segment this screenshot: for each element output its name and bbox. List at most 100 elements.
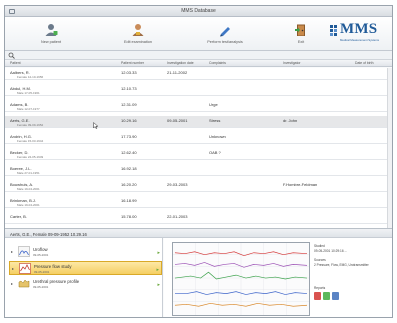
- new-patient-label: New patient: [40, 40, 62, 44]
- investigation-date: 21-11-2002: [167, 69, 188, 75]
- complaint: Stress: [209, 117, 221, 123]
- investigation-date: 29-03-2003: [167, 181, 188, 187]
- export-report-icon[interactable]: [332, 292, 339, 300]
- user-add-icon: [45, 24, 58, 36]
- logo-subtitle: Medical Measurement Systems: [340, 38, 380, 42]
- table-row[interactable]: Abdul, H.M. Male 17-05-1961 12.10.73: [5, 84, 392, 97]
- expand-arrow-icon[interactable]: ▸: [11, 281, 13, 286]
- uroflow-icon: [18, 246, 30, 257]
- mouse-cursor-icon: [93, 122, 99, 129]
- patient-number: 16.20.20: [121, 181, 137, 187]
- expand-arrow-icon[interactable]: ▸: [12, 266, 14, 271]
- table-row[interactable]: Boeree, J.L. Male 27-01-1951 16.92.18: [5, 164, 392, 177]
- info-value-datetime: 09-05-2001 10:29:16 ...: [314, 249, 348, 253]
- patient-details: Female 12-10-1956: [17, 74, 44, 79]
- open-arrow-icon[interactable]: ▸: [157, 250, 160, 256]
- table-row[interactable]: Bouwhuis, A. Male 19-04-2001 16.20.20 29…: [5, 180, 392, 193]
- vertical-scrollbar[interactable]: [387, 68, 392, 228]
- column-header-patient[interactable]: Patient: [10, 61, 21, 65]
- investigation-date: 22-01-2003: [167, 213, 188, 219]
- patient-number: 12.10.73: [121, 85, 137, 91]
- patient-details: Female 15-03-1944: [17, 138, 44, 143]
- investigation-title: Uroflow: [33, 246, 48, 252]
- patient-name: Carter, B.: [10, 213, 27, 219]
- title-bar: MMS Database: [5, 6, 392, 17]
- investigator: dr. John: [283, 117, 298, 123]
- exit-label: Exit: [297, 40, 305, 44]
- patient-details: Male 27-01-1951: [17, 170, 40, 175]
- investigation-title: Urethral pressure profile: [33, 278, 80, 284]
- patient-number: 10.29.16: [121, 117, 137, 123]
- investigation-item-pressure-flow[interactable]: ▸ Pressure flow study 09-05-2001 ▸: [9, 261, 162, 275]
- investigation-list: ▸ Uroflow 09-05-2001 ▸ ▸ Pressure flow s…: [5, 238, 163, 317]
- patient-number: 16.92.18: [121, 165, 137, 171]
- column-header-patient-number[interactable]: Patient number: [121, 61, 144, 65]
- pen-icon: [220, 27, 230, 37]
- investigation-date: 09-05-2001: [33, 284, 49, 289]
- column-header-investigator[interactable]: Investigator: [283, 61, 301, 65]
- investigator: F.Hombre-Feldman: [283, 181, 318, 187]
- selected-patient-text: Aerts, G.E., Female 09-09-1952 10.29.16: [10, 231, 87, 237]
- complaint: OAB ?: [209, 149, 221, 155]
- mms-logo: MMS Medical Measurement Systems: [330, 21, 386, 47]
- info-label-sources: Sources: [314, 258, 326, 262]
- patient-number: 17.73.90: [121, 133, 137, 139]
- pressure-flow-icon: [19, 263, 31, 274]
- new-patient-button[interactable]: New patient: [25, 21, 77, 47]
- search-icon[interactable]: [8, 52, 15, 59]
- pressure-flow-plot-thumbnail[interactable]: [172, 242, 310, 316]
- table-row-selected[interactable]: Aerts, G.E. Female 09-09-1952 10.29.16 0…: [5, 116, 392, 129]
- table-row[interactable]: Adams, B. Male 12-07-1977 12.31.09 Urge: [5, 100, 392, 113]
- info-value-sources: 2 Pressure, Flow, EMG, Urotransmitter: [314, 263, 369, 267]
- pdf-report-icon[interactable]: [314, 292, 321, 300]
- exit-door-icon: [295, 24, 305, 36]
- patient-details: Female 24-05-1949: [17, 154, 44, 159]
- patient-number: 15.78.00: [121, 213, 137, 219]
- open-arrow-icon[interactable]: ▸: [157, 282, 160, 288]
- info-label-studied: Studied: [314, 244, 325, 248]
- patient-details: Male 17-05-1961: [17, 90, 40, 95]
- patient-details: Male 12-07-1977: [17, 106, 40, 111]
- table-row[interactable]: Brinkman, B.J. Male 19-04-2001 16.18.99: [5, 196, 392, 209]
- pressure-profile-icon: [18, 279, 30, 288]
- reports-label: Reports: [314, 286, 326, 290]
- window-close-button[interactable]: [9, 9, 15, 14]
- table-row[interactable]: Becker, D. Female 24-05-1949 12.62.40 OA…: [5, 148, 392, 161]
- toolbar: New patient Edit examination Perform tes…: [5, 17, 392, 51]
- column-header-date-of-birth[interactable]: Date of birth: [355, 61, 373, 65]
- investigation-date: 09-05-2001: [34, 269, 50, 274]
- patient-details: Male 19-04-2001: [17, 202, 40, 207]
- investigation-info: Studied 09-05-2001 10:29:16 ... Sources …: [314, 244, 390, 316]
- column-header-investigation-date[interactable]: Investigation date: [167, 61, 194, 65]
- table-row[interactable]: Carter, B. 15.78.00 22-01-2003: [5, 212, 392, 225]
- expand-arrow-icon[interactable]: ▸: [11, 249, 13, 254]
- patient-number: 16.18.99: [121, 197, 137, 203]
- app-window: MMS Database New patient Edit examinatio…: [4, 5, 393, 318]
- patient-number: 12.31.09: [121, 101, 137, 107]
- patient-number: 12.03.33: [121, 69, 137, 75]
- report-buttons: [314, 292, 354, 302]
- edit-examination-button[interactable]: Edit examination: [112, 21, 164, 47]
- investigation-date: 09-05-2001: [33, 252, 49, 257]
- investigation-item-uroflow[interactable]: ▸ Uroflow 09-05-2001 ▸: [9, 245, 162, 259]
- patient-details: Female 09-09-1952: [17, 122, 44, 127]
- open-arrow-icon[interactable]: ▸: [156, 267, 159, 273]
- investigation-title: Pressure flow study: [34, 263, 72, 269]
- window-title: MMS Database: [181, 8, 216, 14]
- patient-number: 12.62.40: [121, 149, 137, 155]
- table-row[interactable]: Aalbers, R. Female 12-10-1956 12.03.33 2…: [5, 68, 392, 81]
- print-report-icon[interactable]: [323, 292, 330, 300]
- perform-test-button[interactable]: Perform test/analysis: [199, 21, 251, 47]
- investigation-item-pressure-profile[interactable]: ▸ Urethral pressure profile 09-05-2001 ▸: [9, 277, 162, 291]
- column-header-complaints[interactable]: Complaints: [209, 61, 226, 65]
- logo-text: MMS: [340, 21, 378, 37]
- patient-details: Male 19-04-2001: [17, 186, 40, 191]
- complaint: Unknown: [209, 133, 226, 139]
- edit-examination-label: Edit examination: [123, 40, 153, 44]
- table-row[interactable]: Andrin, H.G. Female 15-03-1944 17.73.90 …: [5, 132, 392, 145]
- exit-button[interactable]: Exit: [275, 21, 327, 47]
- search-bar[interactable]: [5, 51, 392, 60]
- perform-test-label: Perform test/analysis: [207, 40, 243, 44]
- investigation-detail-panel: Studied 09-05-2001 10:29:16 ... Sources …: [164, 238, 392, 317]
- table-header: Patient Patient number Investigation dat…: [5, 60, 392, 67]
